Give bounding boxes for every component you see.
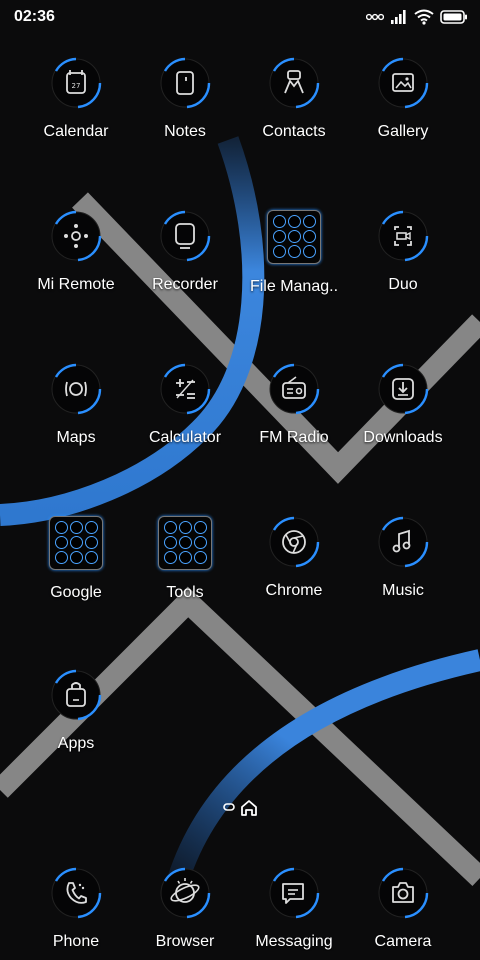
- app-fm-radio[interactable]: FM Radio: [239, 361, 349, 447]
- app-duo[interactable]: Duo: [348, 208, 458, 294]
- folder-tools-icon: [157, 516, 213, 572]
- app-label: Camera: [374, 933, 432, 950]
- signal-icon: [390, 9, 408, 25]
- status-time: 02:36: [14, 8, 55, 25]
- shopping-bag-icon: [48, 667, 104, 723]
- app-label: Calculator: [148, 429, 222, 446]
- app-label: Phone: [52, 933, 100, 950]
- download-icon: [375, 361, 431, 417]
- home-page-indicator[interactable]: [222, 798, 262, 818]
- folder-icon: [266, 210, 322, 266]
- app-music[interactable]: Music: [348, 514, 458, 600]
- ellipsis-icon: [366, 12, 384, 22]
- app-apps[interactable]: Apps: [21, 667, 131, 753]
- app-camera[interactable]: Camera: [348, 865, 458, 951]
- app-label: Music: [382, 582, 424, 599]
- app-mi-remote[interactable]: Mi Remote: [21, 208, 131, 294]
- app-label: Calendar: [43, 123, 109, 140]
- app-label: Apps: [57, 735, 95, 752]
- app-chrome[interactable]: Chrome: [239, 514, 349, 600]
- wifi-icon: [414, 9, 434, 25]
- app-label: Messaging: [255, 933, 333, 950]
- folder-google-icon: [48, 516, 104, 572]
- app-label: Browser: [155, 933, 215, 950]
- app-label: Recorder: [152, 276, 218, 293]
- app-google[interactable]: Google: [21, 514, 131, 602]
- app-label: Google: [50, 584, 102, 601]
- video-call-icon: [375, 208, 431, 264]
- app-downloads[interactable]: Downloads: [348, 361, 458, 447]
- app-phone[interactable]: Phone: [21, 865, 131, 951]
- remote-icon: [48, 208, 104, 264]
- app-label: Gallery: [377, 123, 429, 140]
- svg-text:27: 27: [72, 82, 81, 90]
- app-browser[interactable]: Browser: [130, 865, 240, 951]
- calendar-icon: 27: [48, 55, 104, 111]
- app-label: FM Radio: [259, 429, 329, 446]
- app-maps[interactable]: Maps: [21, 361, 131, 447]
- gallery-icon: [375, 55, 431, 111]
- app-label: Duo: [388, 276, 418, 293]
- app-recorder[interactable]: Recorder: [130, 208, 240, 294]
- app-label: Maps: [56, 429, 96, 446]
- app-label: Chrome: [265, 582, 323, 599]
- browser-icon: [157, 865, 213, 921]
- messaging-icon: [266, 865, 322, 921]
- battery-icon: [440, 10, 468, 24]
- contacts-icon: [266, 55, 322, 111]
- music-icon: [375, 514, 431, 570]
- app-notes[interactable]: Notes: [130, 55, 240, 141]
- app-calendar[interactable]: 27 Calendar: [21, 55, 131, 141]
- chrome-icon: [266, 514, 322, 570]
- page-dot-icon: [223, 803, 235, 811]
- app-label: Tools: [166, 584, 204, 601]
- recorder-icon: [157, 208, 213, 264]
- app-file-manager[interactable]: File Manag..: [239, 208, 349, 296]
- app-label: Notes: [164, 123, 206, 140]
- app-calculator[interactable]: Calculator: [130, 361, 240, 447]
- calculator-icon: [157, 361, 213, 417]
- app-messaging[interactable]: Messaging: [239, 865, 349, 951]
- maps-icon: [48, 361, 104, 417]
- app-label: Downloads: [363, 429, 443, 446]
- app-label: File Manag..: [249, 278, 339, 295]
- app-tools[interactable]: Tools: [130, 514, 240, 602]
- camera-icon: [375, 865, 431, 921]
- home-icon: [241, 800, 257, 816]
- status-bar: 02:36: [0, 0, 480, 34]
- app-gallery[interactable]: Gallery: [348, 55, 458, 141]
- app-contacts[interactable]: Contacts: [239, 55, 349, 141]
- notes-icon: [157, 55, 213, 111]
- phone-icon: [48, 865, 104, 921]
- radio-icon: [266, 361, 322, 417]
- app-label: Contacts: [262, 123, 326, 140]
- app-label: Mi Remote: [37, 276, 115, 293]
